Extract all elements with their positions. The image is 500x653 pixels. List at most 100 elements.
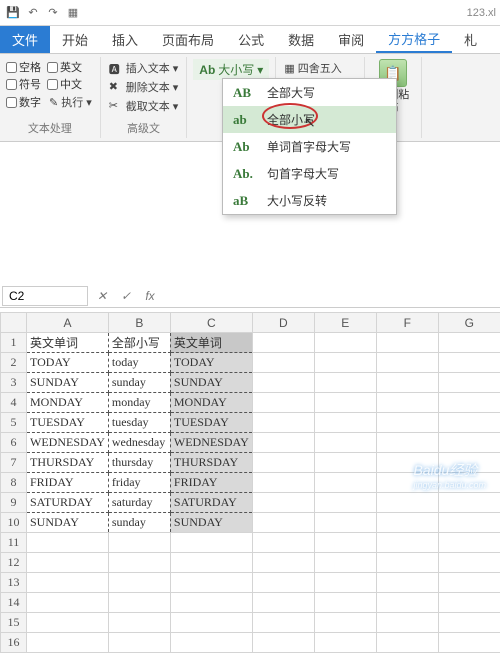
cell[interactable]: [314, 413, 376, 433]
row-header[interactable]: 6: [1, 433, 27, 453]
cell[interactable]: [376, 493, 438, 513]
case-dropdown-button[interactable]: Ab 大小写 ▾: [193, 59, 269, 80]
tab-next[interactable]: 札: [452, 26, 489, 53]
exec-button[interactable]: ✎ 执行 ▾: [47, 93, 94, 111]
cell[interactable]: [314, 393, 376, 413]
row-header[interactable]: 13: [1, 573, 27, 593]
cell[interactable]: [438, 533, 500, 553]
cell[interactable]: 全部小写: [108, 333, 170, 353]
delete-text-button[interactable]: ✖删除文本 ▾: [107, 78, 181, 96]
cell[interactable]: [252, 413, 314, 433]
cell[interactable]: [376, 553, 438, 573]
cell[interactable]: [376, 633, 438, 653]
cell[interactable]: [314, 533, 376, 553]
row-header[interactable]: 5: [1, 413, 27, 433]
tab-addin[interactable]: 方方格子: [376, 26, 452, 53]
cell[interactable]: [438, 393, 500, 413]
row-header[interactable]: 14: [1, 593, 27, 613]
cell[interactable]: [314, 593, 376, 613]
cell[interactable]: TUESDAY: [27, 413, 109, 433]
cell[interactable]: wednesday: [108, 433, 170, 453]
cell[interactable]: [27, 573, 109, 593]
chk-number[interactable]: 数字: [6, 93, 41, 111]
cell[interactable]: [252, 373, 314, 393]
cell[interactable]: [376, 373, 438, 393]
cell[interactable]: [438, 373, 500, 393]
corner-cell[interactable]: [1, 313, 27, 333]
cell[interactable]: [438, 513, 500, 533]
cell[interactable]: [108, 533, 170, 553]
cell[interactable]: [27, 553, 109, 573]
menu-item-upper[interactable]: AB全部大写: [223, 79, 396, 106]
menu-item-toggle-case[interactable]: aB大小写反转: [223, 187, 396, 214]
fx-icon[interactable]: fx: [138, 289, 162, 303]
cell[interactable]: [376, 573, 438, 593]
cell[interactable]: [376, 393, 438, 413]
cell[interactable]: [27, 533, 109, 553]
row-header[interactable]: 10: [1, 513, 27, 533]
col-header-C[interactable]: C: [170, 313, 252, 333]
cell[interactable]: SUNDAY: [170, 513, 252, 533]
cell[interactable]: THURSDAY: [170, 453, 252, 473]
chk-space[interactable]: 空格: [6, 59, 41, 75]
new-icon[interactable]: ▦: [64, 4, 82, 22]
cell[interactable]: [314, 353, 376, 373]
redo-icon[interactable]: ↷: [44, 4, 62, 22]
cell[interactable]: SUNDAY: [27, 373, 109, 393]
cell[interactable]: [108, 573, 170, 593]
row-header[interactable]: 12: [1, 553, 27, 573]
col-header-E[interactable]: E: [314, 313, 376, 333]
cell[interactable]: [108, 633, 170, 653]
cell[interactable]: [252, 393, 314, 413]
cell[interactable]: [252, 613, 314, 633]
tab-review[interactable]: 审阅: [326, 26, 376, 53]
cell[interactable]: [376, 613, 438, 633]
cell[interactable]: FRIDAY: [27, 473, 109, 493]
row-header[interactable]: 2: [1, 353, 27, 373]
cell[interactable]: SATURDAY: [170, 493, 252, 513]
cell[interactable]: [170, 593, 252, 613]
col-header-A[interactable]: A: [27, 313, 109, 333]
cell[interactable]: tuesday: [108, 413, 170, 433]
cell[interactable]: friday: [108, 473, 170, 493]
cell[interactable]: [170, 573, 252, 593]
save-icon[interactable]: 💾: [4, 4, 22, 22]
col-header-F[interactable]: F: [376, 313, 438, 333]
cell[interactable]: [252, 493, 314, 513]
cell[interactable]: [314, 553, 376, 573]
row-header[interactable]: 1: [1, 333, 27, 353]
cell[interactable]: [170, 613, 252, 633]
chk-chinese[interactable]: 中文: [47, 76, 82, 92]
cell[interactable]: [108, 593, 170, 613]
cell[interactable]: [314, 613, 376, 633]
cell[interactable]: [376, 593, 438, 613]
enter-icon[interactable]: ✓: [114, 289, 138, 303]
chk-english[interactable]: 英文: [47, 59, 82, 75]
cell[interactable]: [438, 493, 500, 513]
cell[interactable]: [108, 553, 170, 573]
cell[interactable]: [170, 553, 252, 573]
cell[interactable]: [376, 353, 438, 373]
cell[interactable]: TUESDAY: [170, 413, 252, 433]
cell[interactable]: [252, 333, 314, 353]
cell[interactable]: WEDNESDAY: [170, 433, 252, 453]
tab-insert[interactable]: 插入: [100, 26, 150, 53]
cell[interactable]: [252, 453, 314, 473]
cell[interactable]: SUNDAY: [27, 513, 109, 533]
menu-item-capitalize-each[interactable]: Ab单词首字母大写: [223, 133, 396, 160]
cell[interactable]: [438, 353, 500, 373]
cell[interactable]: TODAY: [27, 353, 109, 373]
cell[interactable]: THURSDAY: [27, 453, 109, 473]
cell[interactable]: [376, 413, 438, 433]
undo-icon[interactable]: ↶: [24, 4, 42, 22]
cell[interactable]: [438, 613, 500, 633]
cell[interactable]: [252, 473, 314, 493]
cell[interactable]: 英文单词: [170, 333, 252, 353]
cell[interactable]: [252, 553, 314, 573]
col-header-G[interactable]: G: [438, 313, 500, 333]
cell[interactable]: [376, 533, 438, 553]
row-header[interactable]: 15: [1, 613, 27, 633]
cell[interactable]: [314, 333, 376, 353]
cell[interactable]: SATURDAY: [27, 493, 109, 513]
cell[interactable]: [314, 493, 376, 513]
